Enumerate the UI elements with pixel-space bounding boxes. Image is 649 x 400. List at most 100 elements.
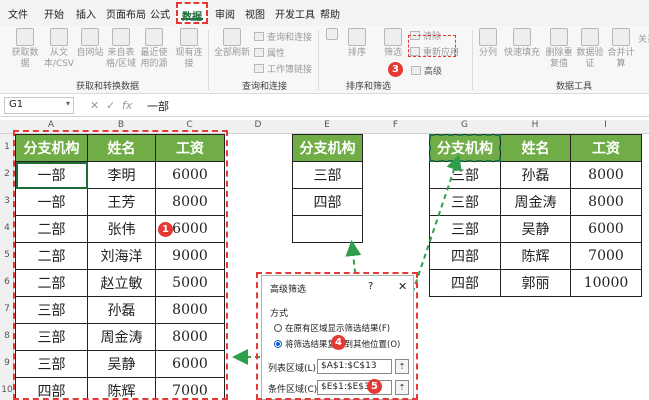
cancel-icon[interactable]: ✕ <box>90 99 99 112</box>
header-name[interactable]: 姓名 <box>500 134 571 162</box>
column-header-e[interactable]: E <box>292 120 362 134</box>
database-icon <box>16 28 34 46</box>
tab-home[interactable]: 开始 <box>44 6 64 21</box>
criteria-table: 分支机构 三部 四部 <box>292 134 363 243</box>
tab-file[interactable]: 文件 <box>8 6 28 21</box>
enter-icon[interactable]: ✓ <box>106 99 115 112</box>
name-box[interactable]: G1 ▾ <box>4 97 74 114</box>
row-header-9[interactable]: 9 <box>0 358 14 368</box>
column-header-h[interactable]: H <box>500 120 570 134</box>
remove-duplicates-button[interactable]: 删除重复值 <box>544 26 574 70</box>
cell[interactable]: 郭丽 <box>500 269 571 297</box>
cell[interactable]: 三部 <box>292 161 363 189</box>
relationships-button[interactable]: 关系 <box>638 32 649 45</box>
from-web-button[interactable]: 自网站 <box>76 26 104 59</box>
tab-developer[interactable]: 开发工具 <box>275 6 315 21</box>
flash-fill-button[interactable]: 快速填充 <box>502 26 542 59</box>
refresh-all-button[interactable]: 全部刷新 <box>212 26 252 59</box>
table-row: 三部 吴静 6000 <box>429 215 642 243</box>
fx-icon[interactable]: fx <box>122 99 132 112</box>
clock-icon <box>145 28 163 46</box>
column-header-i[interactable]: I <box>570 120 641 134</box>
tab-formulas[interactable]: 公式 <box>150 6 170 21</box>
formula-input[interactable]: 一部 <box>147 98 169 114</box>
cell[interactable]: 三部 <box>429 161 501 189</box>
group-separator <box>208 30 209 90</box>
advanced-highlight <box>408 35 456 57</box>
edit-links-button[interactable]: 工作簿链接 <box>254 62 312 75</box>
step-badge-4: 4 <box>331 335 346 350</box>
data-validation-button[interactable]: 数据验证 <box>576 26 604 70</box>
cell[interactable]: 6000 <box>570 215 642 243</box>
table-row <box>292 215 363 243</box>
tab-review[interactable]: 审阅 <box>215 6 235 21</box>
funnel-icon <box>384 28 402 46</box>
row-header-4[interactable]: 4 <box>0 223 14 233</box>
sort-icon <box>348 28 366 46</box>
column-header-f[interactable]: F <box>362 120 429 134</box>
group-data-tools: 数据工具 <box>556 82 593 92</box>
tab-view[interactable]: 视图 <box>245 6 265 21</box>
header-salary[interactable]: 工资 <box>570 134 642 162</box>
column-header-g[interactable]: G <box>429 120 500 134</box>
cell[interactable]: 三部 <box>429 215 501 243</box>
column-header-d[interactable]: D <box>224 120 292 134</box>
cell[interactable]: 8000 <box>570 188 642 216</box>
properties-icon <box>254 48 264 57</box>
row-header-1[interactable]: 1 <box>0 142 14 152</box>
cell[interactable]: 10000 <box>570 269 642 297</box>
sort-az-button[interactable] <box>320 26 344 42</box>
row-header-6[interactable]: 6 <box>0 277 14 287</box>
recent-sources-button[interactable]: 最近使用的源 <box>138 26 170 70</box>
row-header-5[interactable]: 5 <box>0 250 14 260</box>
existing-connections-button[interactable]: 现有连接 <box>174 26 204 70</box>
filter-button[interactable]: 筛选 <box>380 26 406 59</box>
row-header-10[interactable]: 10 <box>0 385 14 395</box>
chevron-down-icon[interactable]: ▾ <box>66 99 70 108</box>
advanced-filter-button[interactable]: 高级 <box>411 64 442 77</box>
connection-icon <box>180 28 198 46</box>
row-header-8[interactable]: 8 <box>0 331 14 341</box>
cell[interactable] <box>292 215 363 243</box>
from-table-button[interactable]: 来自表格/区域 <box>104 26 138 70</box>
text-file-icon <box>50 28 68 46</box>
consolidate-icon <box>612 28 630 46</box>
table-header-row: 分支机构 <box>292 134 363 162</box>
cell[interactable]: 四部 <box>429 242 501 270</box>
refresh-icon <box>223 28 241 46</box>
cell[interactable]: 四部 <box>292 188 363 216</box>
cell[interactable]: 周金涛 <box>500 188 571 216</box>
cell[interactable]: 三部 <box>429 188 501 216</box>
row-header-7[interactable]: 7 <box>0 304 14 314</box>
cell[interactable]: 8000 <box>570 161 642 189</box>
cell[interactable]: 陈辉 <box>500 242 571 270</box>
header-branch[interactable]: 分支机构 <box>292 134 363 162</box>
row-header-3[interactable]: 3 <box>0 196 14 206</box>
properties-button[interactable]: 属性 <box>254 46 285 59</box>
row-header-2[interactable]: 2 <box>0 169 14 179</box>
cell[interactable]: 四部 <box>429 269 501 297</box>
ribbon: 获取数据 从文本/CSV 自网站 来自表格/区域 最近使用的源 现有连接 获取和… <box>0 26 649 94</box>
tab-insert[interactable]: 插入 <box>76 6 96 21</box>
query-icon <box>254 32 264 41</box>
from-text-csv-button[interactable]: 从文本/CSV <box>40 26 78 70</box>
cell[interactable]: 孙磊 <box>500 161 571 189</box>
table-row: 三部 周金涛 8000 <box>429 188 642 216</box>
group-queries: 查询和连接 <box>242 82 288 92</box>
queries-connections-button[interactable]: 查询和连接 <box>254 30 312 43</box>
cell[interactable]: 7000 <box>570 242 642 270</box>
tab-data[interactable]: 数据 <box>176 2 208 24</box>
table-row: 四部 郭丽 10000 <box>429 269 642 297</box>
cell[interactable]: 吴静 <box>500 215 571 243</box>
consolidate-button[interactable]: 合并计算 <box>606 26 636 70</box>
text-to-columns-button[interactable]: 分列 <box>476 26 500 59</box>
tab-page-layout[interactable]: 页面布局 <box>106 6 146 21</box>
sort-az-icon <box>326 28 338 40</box>
step-badge-3: 3 <box>388 62 403 77</box>
sort-button[interactable]: 排序 <box>344 26 370 59</box>
table-icon <box>112 28 130 46</box>
tab-help[interactable]: 帮助 <box>320 6 340 21</box>
advanced-filter-icon <box>411 66 421 75</box>
get-data-button[interactable]: 获取数据 <box>8 26 42 70</box>
formula-bar: G1 ▾ ✕ ✓ fx 一部 <box>0 95 649 117</box>
